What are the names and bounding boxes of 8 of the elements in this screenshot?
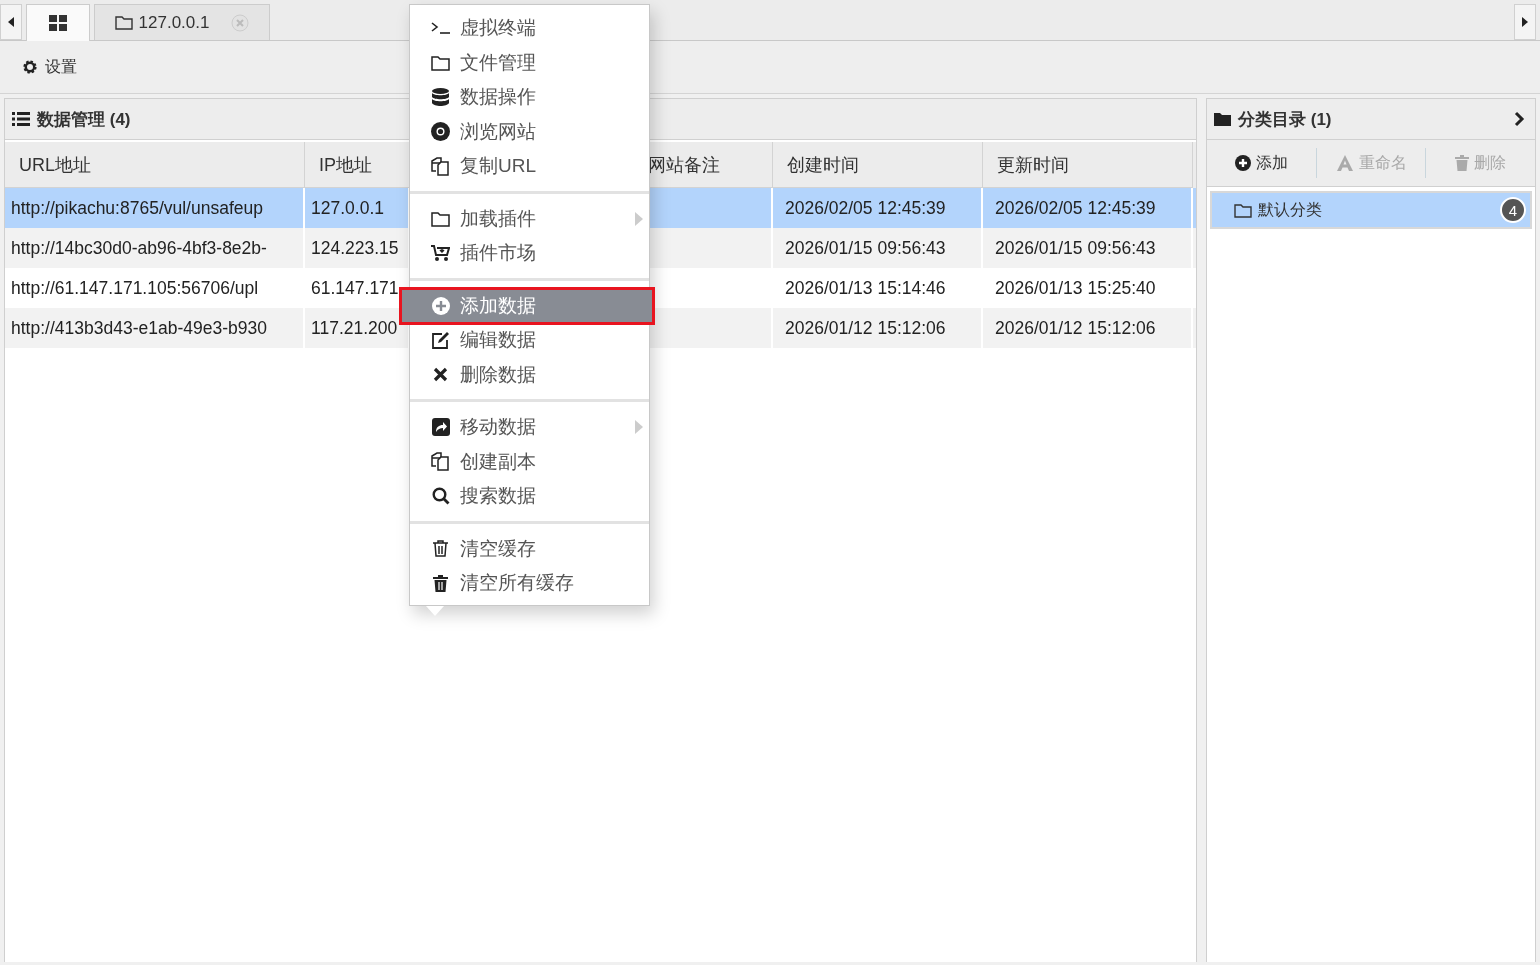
panel-title: 数据管理 (4): [37, 108, 131, 131]
count-badge: 4: [1500, 197, 1526, 223]
tab-label: 127.0.0.1: [138, 12, 210, 33]
panel-title: 分类目录 (1): [1238, 108, 1332, 131]
table-cell: http://413b3d43-e1ab-49e3-b930: [5, 308, 305, 348]
category-label: 默认分类: [1258, 199, 1322, 220]
table-cell: 2026/01/12 15:12:06: [773, 308, 983, 348]
table-cell: 2026/01/12 15:12:06: [983, 308, 1193, 348]
